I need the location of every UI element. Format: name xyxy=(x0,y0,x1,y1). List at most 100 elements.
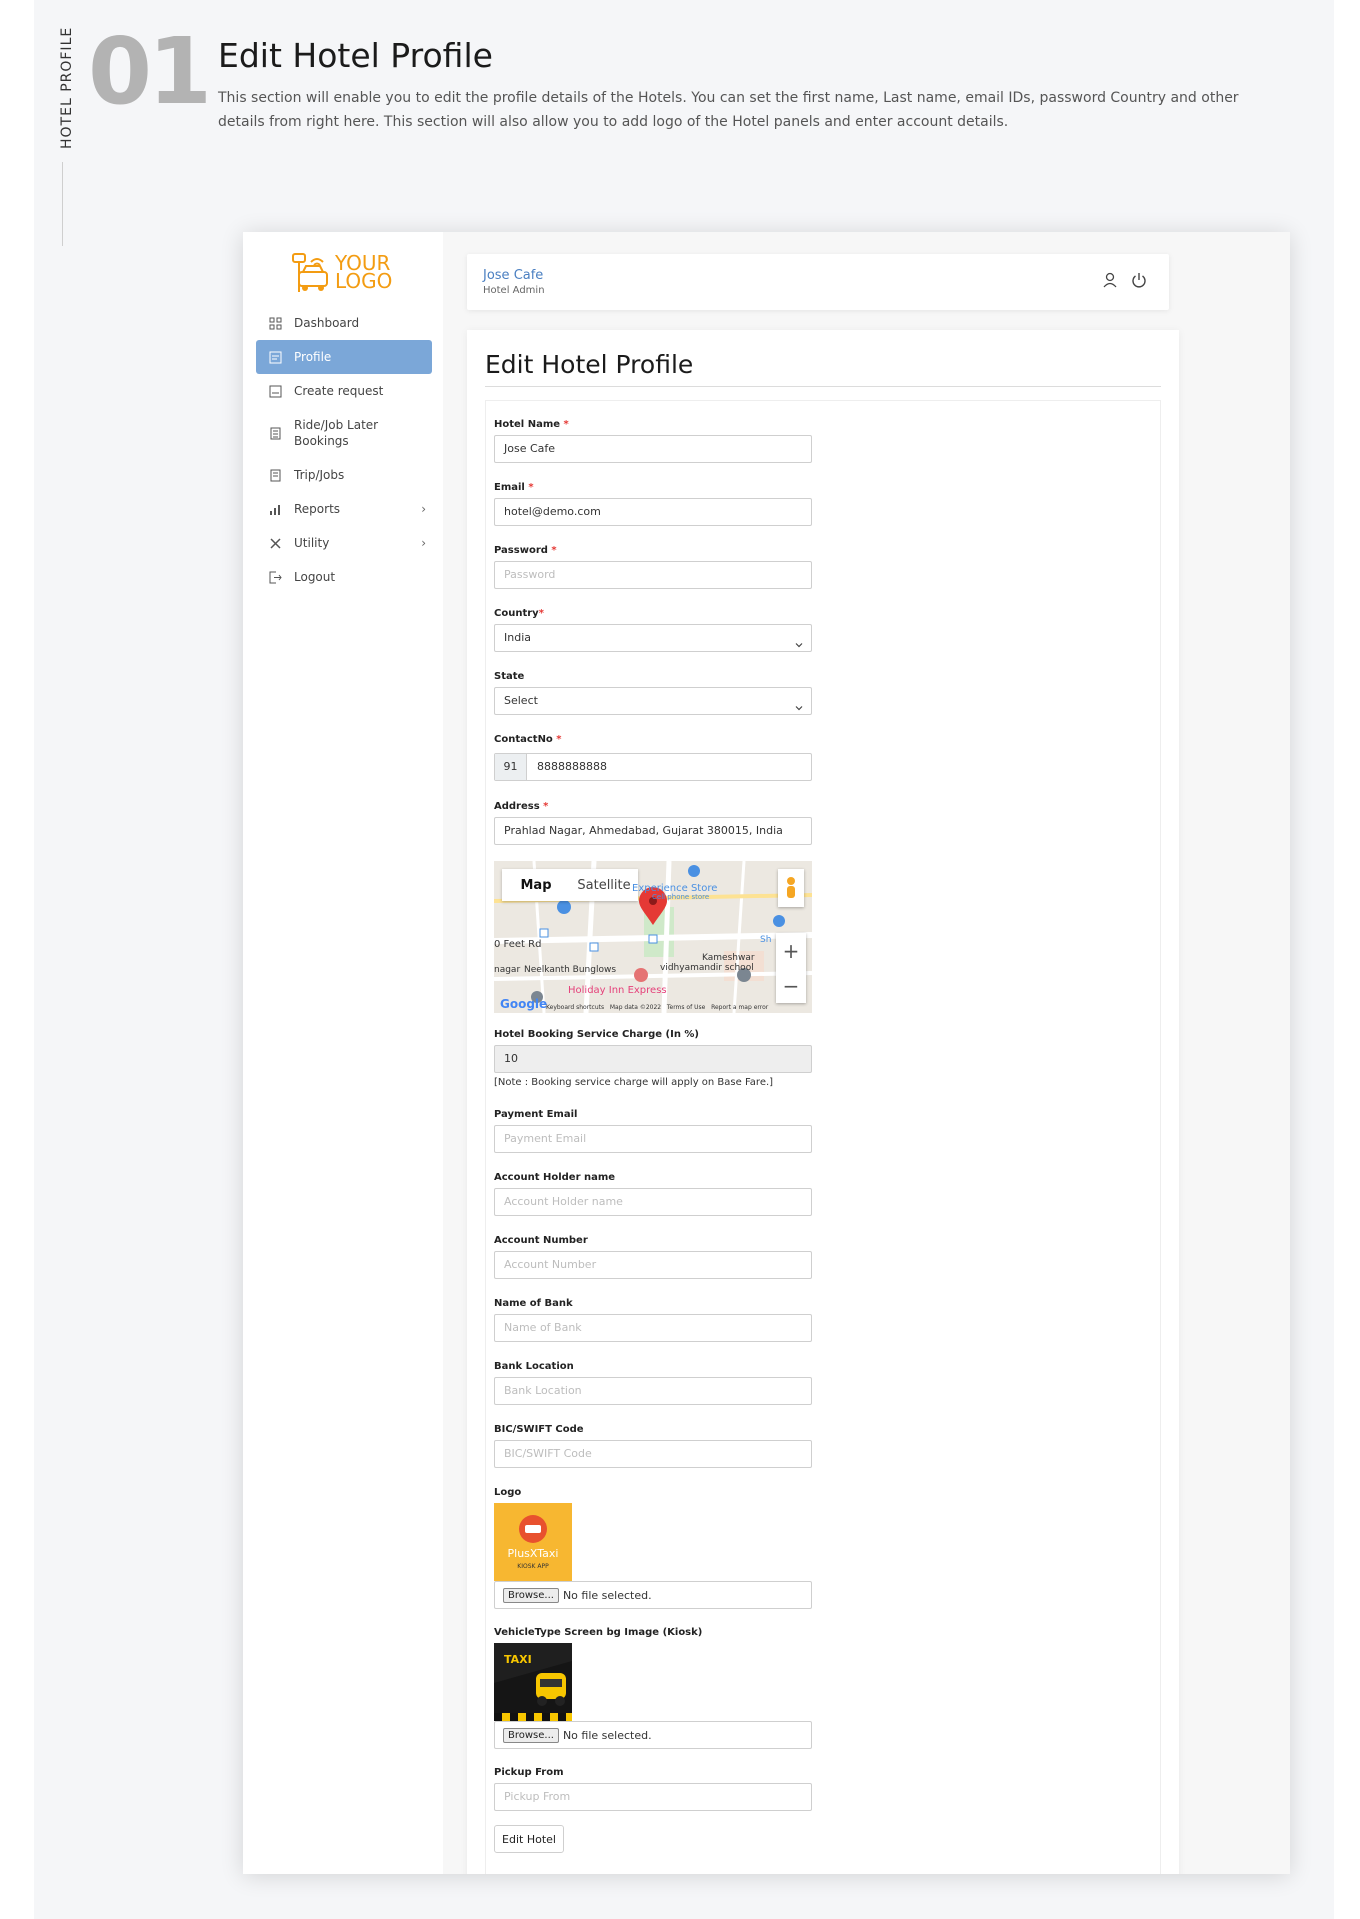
logo-line2: LOGO xyxy=(335,269,393,293)
power-icon[interactable] xyxy=(1131,272,1147,292)
swift-input[interactable]: BIC/SWIFT Code xyxy=(494,1440,812,1468)
terms-link[interactable]: Terms of Use xyxy=(667,1004,705,1011)
logo-label: Logo xyxy=(494,1487,522,1498)
email-label: Email * xyxy=(494,482,534,493)
zoom-in-button[interactable]: + xyxy=(776,933,806,968)
keyboard-shortcuts-link[interactable]: Keyboard shortcuts xyxy=(546,1004,604,1011)
label-text: Address xyxy=(494,801,540,812)
location-map[interactable]: Map Satellite Experience Store Cell phon… xyxy=(494,861,812,1013)
sidebar-item-profile[interactable]: Profile xyxy=(256,340,432,374)
pickup-from-input[interactable]: Pickup From xyxy=(494,1783,812,1811)
sidebar-item-label: Profile xyxy=(294,350,332,364)
required-marker: * xyxy=(556,734,562,745)
label-text: Password xyxy=(494,545,548,556)
address-input[interactable]: Prahlad Nagar, Ahmedabad, Gujarat 380015… xyxy=(494,817,812,845)
sidebar-item-utility[interactable]: Utility › xyxy=(256,526,432,560)
sidebar-item-label: Create request xyxy=(294,384,384,398)
required-marker: * xyxy=(528,482,534,493)
sidebar-item-label: Logout xyxy=(294,570,336,584)
section-side-label: HOTEL PROFILE xyxy=(54,27,75,152)
map-tab-map[interactable]: Map xyxy=(502,869,570,901)
hotel-name-input[interactable]: Jose Cafe xyxy=(494,435,812,463)
logo-file-input[interactable]: Browse... No file selected. xyxy=(494,1581,812,1609)
state-select[interactable]: Select xyxy=(494,687,812,715)
sidebar-item-trips[interactable]: Trip/Jobs xyxy=(256,458,432,492)
email-input[interactable]: hotel@demo.com xyxy=(494,498,812,526)
map-type-tabs: Map Satellite xyxy=(502,869,638,901)
report-map-error-link[interactable]: Report a map error xyxy=(711,1004,768,1011)
contact-input[interactable]: 91 8888888888 xyxy=(494,753,812,781)
required-marker: * xyxy=(563,419,569,430)
bank-name-label: Name of Bank xyxy=(494,1298,573,1309)
password-input[interactable]: Password xyxy=(494,561,812,589)
map-label: nagar xyxy=(494,965,521,975)
sidebar-nav: Dashboard Profile Create request Ride/Jo… xyxy=(256,306,432,594)
sidebar-item-create-request[interactable]: Create request xyxy=(256,374,432,408)
map-label: Neelkanth Bunglows xyxy=(524,965,617,975)
map-label: vidhyamandir school xyxy=(660,963,754,973)
sidebar-item-label: Ride/Job Later Bookings xyxy=(294,418,379,448)
country-select[interactable]: India xyxy=(494,624,812,652)
account-number-input[interactable]: Account Number xyxy=(494,1251,812,1279)
logo-text: YOUR LOGO xyxy=(335,253,393,293)
section-description: This section will enable you to edit the… xyxy=(218,90,1239,130)
user-role: Hotel Admin xyxy=(483,285,545,296)
sidebar-item-logout[interactable]: Logout xyxy=(256,560,432,594)
account-holder-label: Account Holder name xyxy=(494,1172,616,1183)
user-icon[interactable] xyxy=(1103,272,1117,292)
taxi-logo-icon xyxy=(292,253,328,292)
bank-name-input[interactable]: Name of Bank xyxy=(494,1314,812,1342)
bank-location-label: Bank Location xyxy=(494,1361,574,1372)
brand-logo[interactable]: YOUR LOGO xyxy=(291,250,411,296)
vehicle-bg-label: VehicleType Screen bg Image (Kiosk) xyxy=(494,1627,703,1638)
top-actions xyxy=(1103,272,1147,292)
edit-hotel-form: Hotel Name * Jose Cafe Email * hotel@dem… xyxy=(485,400,1161,1874)
street-view-icon[interactable] xyxy=(778,869,804,907)
chevron-right-icon: › xyxy=(421,536,426,550)
pickup-from-label: Pickup From xyxy=(494,1767,564,1778)
taxi-thumb-text: TAXI xyxy=(504,1653,532,1666)
chevron-right-icon: › xyxy=(421,502,426,516)
edit-hotel-button[interactable]: Edit Hotel xyxy=(494,1825,564,1853)
account-holder-input[interactable]: Account Holder name xyxy=(494,1188,812,1216)
top-bar: Jose Cafe Hotel Admin xyxy=(467,254,1169,310)
state-label: State xyxy=(494,671,525,682)
payment-email-input[interactable]: Payment Email xyxy=(494,1125,812,1153)
vehicle-bg-preview: TAXI xyxy=(494,1643,572,1721)
sidebar-item-label: Dashboard xyxy=(294,316,360,330)
country-label: Country* xyxy=(494,608,544,619)
page-title: Edit Hotel Profile xyxy=(485,350,694,379)
vehicle-bg-file-status: No file selected. xyxy=(562,1728,652,1742)
app-window: YOUR LOGO Dashboard Profile Create reque… xyxy=(243,232,1290,1874)
sidebar-item-bookings[interactable]: Ride/Job Later Bookings xyxy=(256,408,432,458)
hotel-name-label: Hotel Name * xyxy=(494,419,569,430)
required-marker: * xyxy=(543,801,549,812)
map-label: Cell phone store xyxy=(652,893,710,901)
vehicle-bg-browse-button[interactable]: Browse... xyxy=(503,1727,559,1743)
dashboard-icon xyxy=(268,316,282,330)
service-charge-input[interactable]: 10 xyxy=(494,1045,812,1073)
profile-icon xyxy=(268,350,282,364)
label-text: Country xyxy=(494,608,539,619)
sidebar-item-label: Reports xyxy=(294,502,341,516)
reports-icon xyxy=(268,502,282,516)
zoom-out-button[interactable]: − xyxy=(776,968,806,1003)
utility-icon xyxy=(268,536,282,550)
swift-label: BIC/SWIFT Code xyxy=(494,1424,584,1435)
logo-thumb-subtitle: KIOSK APP xyxy=(517,1563,549,1570)
map-tab-satellite[interactable]: Satellite xyxy=(570,869,638,901)
bookings-icon xyxy=(268,426,282,440)
user-name: Jose Cafe xyxy=(483,268,544,283)
side-divider xyxy=(62,162,63,246)
label-text: Hotel Name xyxy=(494,419,561,430)
create-request-icon xyxy=(268,384,282,398)
map-label: Sh xyxy=(760,935,772,945)
sidebar-item-reports[interactable]: Reports › xyxy=(256,492,432,526)
sidebar-item-dashboard[interactable]: Dashboard xyxy=(256,306,432,340)
trips-icon xyxy=(268,468,282,482)
logo-browse-button[interactable]: Browse... xyxy=(503,1587,559,1603)
map-zoom-controls: + − xyxy=(776,933,806,1003)
vehicle-bg-file-input[interactable]: Browse... No file selected. xyxy=(494,1721,812,1749)
state-value: Select xyxy=(504,694,538,707)
bank-location-input[interactable]: Bank Location xyxy=(494,1377,812,1405)
